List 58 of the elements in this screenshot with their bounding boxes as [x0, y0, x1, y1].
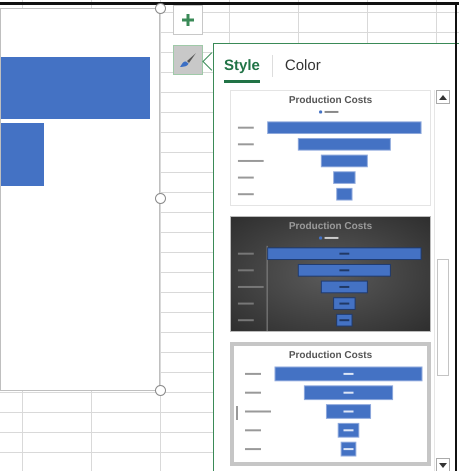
resize-handle[interactable] — [155, 385, 166, 396]
scroll-up-button[interactable] — [436, 90, 450, 104]
category-label-mark — [245, 392, 261, 394]
chart-legend — [319, 110, 338, 114]
category-label-mark — [238, 193, 254, 196]
data-label-mark — [339, 252, 350, 255]
funnel-bar — [320, 154, 368, 168]
data-label-mark — [344, 410, 354, 412]
chart-bar — [1, 123, 44, 186]
resize-handle[interactable] — [155, 193, 166, 204]
category-label-mark — [238, 269, 254, 272]
scrollbar-thumb[interactable] — [437, 259, 449, 376]
funnel-bar — [333, 171, 356, 184]
panel-tab[interactable]: Style — [224, 55, 260, 83]
down-arrow-icon — [439, 462, 447, 468]
panel-tab[interactable]: Color — [284, 55, 321, 83]
up-arrow-icon — [439, 94, 447, 100]
data-label-mark — [344, 448, 354, 450]
chart-title: Production Costs — [288, 95, 372, 106]
category-label-mark — [238, 160, 264, 162]
add-chart-element-button[interactable] — [173, 5, 203, 35]
funnel-bar — [333, 297, 356, 310]
category-label-mark — [245, 410, 271, 412]
category-label-mark — [245, 372, 261, 375]
paintbrush-icon — [179, 52, 197, 68]
data-label-mark — [344, 372, 354, 375]
category-label-mark — [245, 429, 261, 432]
category-label-mark — [238, 143, 254, 146]
plus-icon — [182, 14, 194, 26]
data-label-mark — [339, 286, 350, 288]
funnel-bar — [340, 442, 356, 456]
chart-title: Production Costs — [288, 221, 372, 232]
category-label-mark — [238, 252, 254, 255]
data-label-mark — [344, 429, 354, 432]
scroll-down-button[interactable] — [436, 458, 450, 471]
category-label-mark — [238, 319, 254, 322]
chart-style-option[interactable]: Production Costs — [230, 90, 431, 206]
funnel-bar — [336, 314, 353, 327]
chart-area[interactable] — [0, 8, 160, 391]
chart-legend — [319, 236, 338, 240]
category-label-mark — [238, 176, 254, 179]
data-label-mark — [344, 392, 354, 394]
axis-title-mark — [236, 406, 238, 420]
funnel-bar — [336, 188, 353, 201]
category-label-mark — [245, 448, 261, 450]
category-label-mark — [238, 286, 264, 288]
chart-styles-button[interactable] — [173, 45, 203, 75]
funnel-bar — [326, 404, 372, 419]
chart-title: Production Costs — [288, 350, 372, 361]
data-label-mark — [339, 319, 350, 322]
category-label-mark — [238, 126, 254, 129]
category-label-mark — [238, 302, 254, 305]
chart-style-option[interactable]: Production Costs — [230, 342, 431, 466]
data-label-mark — [339, 269, 350, 272]
funnel-bar — [338, 422, 360, 438]
data-label-mark — [339, 302, 350, 305]
funnel-bar — [320, 280, 368, 294]
chart-style-option[interactable]: Production Costs — [230, 216, 431, 332]
